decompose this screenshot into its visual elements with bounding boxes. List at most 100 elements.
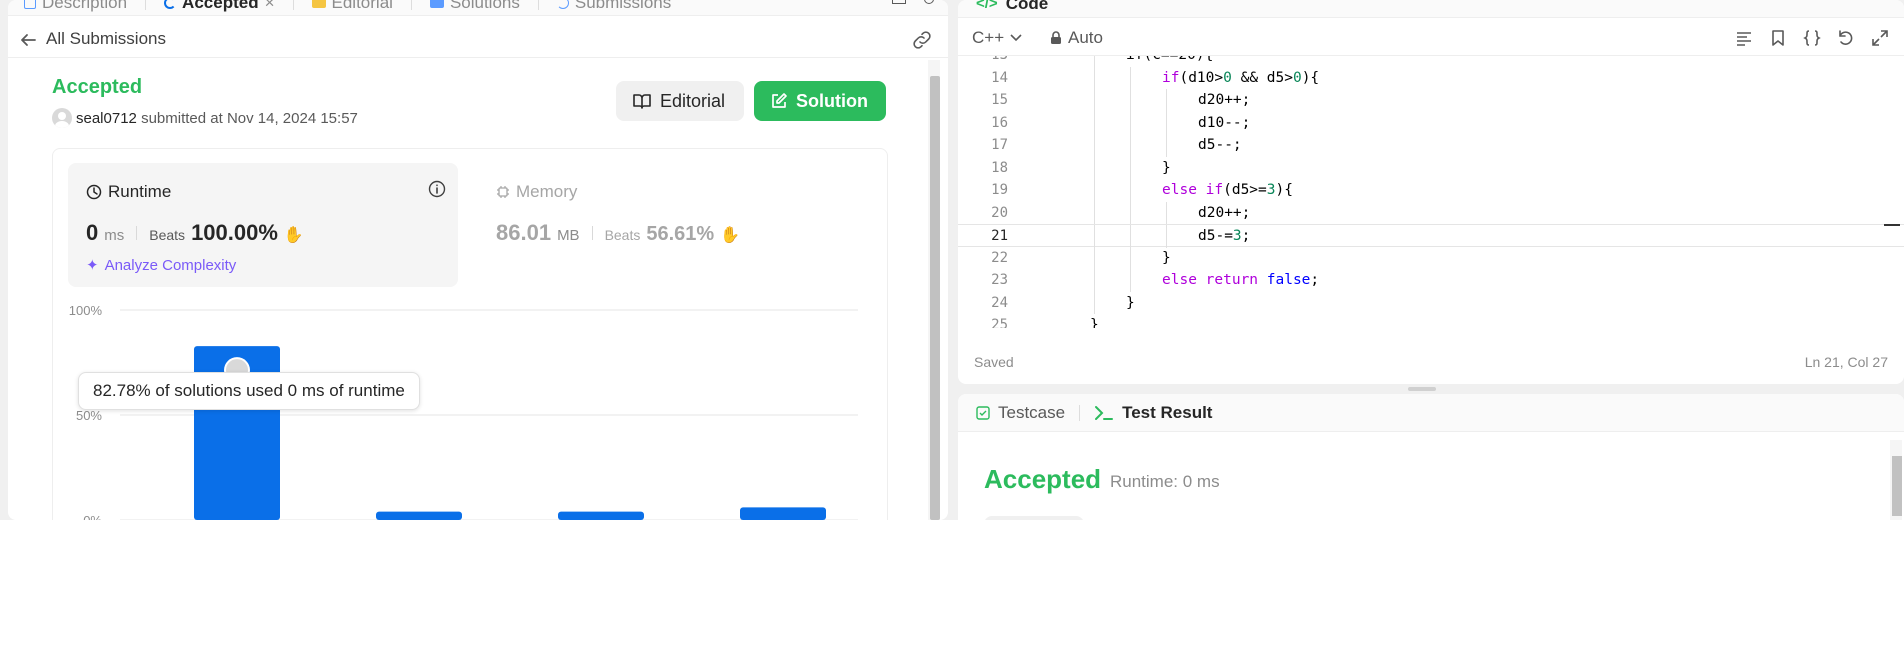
clap-icon: ✋ (720, 227, 741, 244)
editorial-button[interactable]: Editorial (616, 81, 744, 121)
code-line[interactable]: 14 if(d10>0 && d5>0){ (958, 66, 1904, 89)
test-tab-bar: Testcase Test Result (958, 394, 1904, 432)
save-status: Saved (974, 354, 1014, 370)
auto-mode-toggle[interactable]: Auto (1050, 28, 1103, 48)
link-icon[interactable] (910, 28, 934, 52)
code-text: else if(d5>=3){ (1162, 182, 1293, 198)
test-scrollbar-thumb[interactable] (1892, 456, 1902, 516)
indent-guide (1130, 201, 1131, 224)
clock-icon (86, 184, 102, 200)
indent-guide (1166, 89, 1167, 112)
line-number: 19 (991, 182, 1008, 198)
code-line[interactable]: 13 if(c==20){ (958, 56, 1904, 67)
indent-guide (1130, 156, 1131, 179)
tab-description[interactable]: Description (24, 0, 127, 13)
tab-accepted[interactable]: Accepted × (164, 0, 275, 13)
all-submissions-link[interactable]: All Submissions (46, 29, 166, 49)
chart-bar[interactable] (376, 511, 462, 520)
tab-solutions[interactable]: Solutions (429, 0, 520, 13)
runtime-value: 0 (86, 220, 99, 245)
close-icon[interactable]: × (265, 0, 275, 13)
info-icon[interactable] (428, 180, 446, 198)
runtime-title: Runtime (86, 182, 171, 202)
description-icon (24, 0, 36, 9)
code-line[interactable]: 17 d5--; (958, 134, 1904, 157)
editorial-icon (311, 0, 326, 8)
indent-guide (1094, 201, 1095, 224)
submitted-time: submitted at Nov 14, 2024 15:57 (141, 110, 358, 127)
indent-guide (1094, 134, 1095, 157)
line-number: 25 (991, 317, 1008, 328)
line-number: 22 (991, 249, 1008, 266)
left-tab-bar: Description Accepted × Editorial Solutio… (8, 0, 948, 16)
indent-guide (1130, 269, 1131, 292)
tab-submissions[interactable]: Submissions (556, 0, 671, 13)
tab-separator (292, 0, 294, 10)
cursor-position: Ln 21, Col 27 (1804, 354, 1888, 370)
indent-guide (1166, 111, 1167, 134)
solutions-icon (429, 0, 444, 8)
resize-grip[interactable] (1408, 387, 1436, 391)
braces-icon[interactable] (1802, 28, 1822, 48)
runtime-beats-label: Beats (149, 227, 186, 243)
tab-testcase[interactable]: Testcase (976, 403, 1065, 423)
arrow-left-icon[interactable] (18, 30, 38, 50)
indent-guide (1094, 179, 1095, 202)
indent-guide (1166, 201, 1167, 224)
left-scrollbar-thumb[interactable] (930, 76, 940, 520)
chart-bar[interactable] (740, 507, 826, 520)
line-number: 21 (991, 228, 1008, 244)
runtime-distribution-chart[interactable]: 100% 50% 0% (68, 300, 878, 520)
indent-guide (1094, 56, 1095, 67)
code-line[interactable]: 15 d20++; (958, 89, 1904, 112)
memory-beats-label: Beats (604, 227, 641, 243)
code-line[interactable]: 20 d20++; (958, 201, 1904, 224)
chart-bar[interactable] (558, 511, 644, 520)
line-number: 18 (991, 159, 1008, 176)
code-line[interactable]: 21 d5-=3; (958, 224, 1904, 248)
expand-icon[interactable] (892, 0, 906, 4)
chevron-down-icon (1010, 34, 1022, 42)
bookmark-icon[interactable] (1768, 28, 1788, 48)
reset-icon[interactable] (1836, 28, 1856, 48)
y-tick-label: 0% (83, 513, 102, 520)
code-line[interactable]: 18} (958, 156, 1904, 179)
username[interactable]: seal0712 (76, 110, 137, 127)
fullscreen-icon[interactable] (1870, 28, 1890, 48)
code-editor[interactable]: 13 if(c==20){14 if(d10>0 && d5>0){15 d20++;… (958, 56, 1904, 328)
more-icon[interactable] (924, 0, 934, 4)
tab-editorial[interactable]: Editorial (311, 0, 393, 13)
code-line[interactable]: 25} (958, 314, 1904, 328)
indent-guide (1094, 111, 1095, 134)
indent-guide (1130, 246, 1131, 269)
code-line[interactable]: 16 d10--; (958, 111, 1904, 134)
runtime-unit: ms (104, 227, 125, 244)
line-number: 23 (991, 272, 1008, 288)
code-panel: </> Code C++ Auto 13 if(c==20){14 if(d10>0… (958, 0, 1904, 384)
case-chip[interactable] (984, 516, 1084, 520)
runtime-stats: 0 ms Beats 100.00% ✋ (86, 220, 304, 246)
code-line[interactable]: 23 else return false; (958, 269, 1904, 292)
indent-guide (1094, 89, 1095, 112)
tab-test-result[interactable]: Test Result (1094, 403, 1212, 423)
test-panel: Testcase Test Result Accepted Runtime: 0… (958, 394, 1904, 520)
submission-panel: Description Accepted × Editorial Solutio… (8, 0, 948, 520)
code-line[interactable]: 19 else if(d5>=3){ (958, 179, 1904, 202)
memory-title[interactable]: Memory (496, 182, 577, 202)
avatar[interactable] (52, 108, 72, 128)
solution-button[interactable]: Solution (754, 81, 886, 121)
format-icon[interactable] (1734, 28, 1754, 48)
edit-icon (772, 93, 787, 108)
analyze-complexity-link[interactable]: ✦ Analyze Complexity (86, 256, 236, 275)
editor-tools (1734, 28, 1890, 48)
code-line[interactable]: 24} (958, 291, 1904, 314)
code-text: else return false; (1162, 272, 1320, 288)
code-text: } (1162, 249, 1171, 266)
indent-guide (1166, 134, 1167, 157)
indent-guide (1094, 66, 1095, 89)
memory-value: 86.01 (496, 220, 552, 245)
line-number: 17 (991, 137, 1008, 153)
language-select[interactable]: C++ (972, 28, 1022, 48)
y-tick-label: 100% (69, 303, 103, 318)
code-line[interactable]: 22} (958, 246, 1904, 269)
